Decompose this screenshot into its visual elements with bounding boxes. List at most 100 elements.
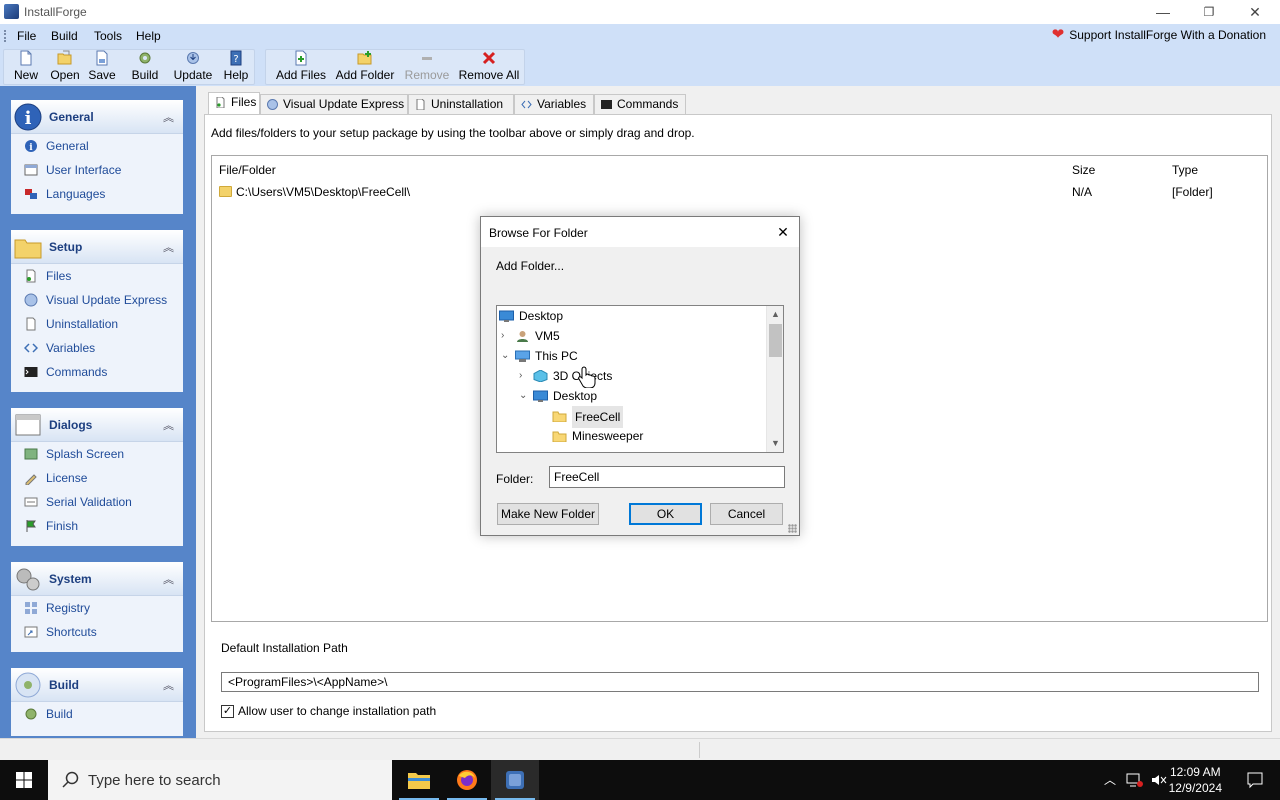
collapse-chevron-icon[interactable]: ︽ xyxy=(163,417,174,433)
chevron-right-icon[interactable]: › xyxy=(519,366,529,386)
add-folder-button[interactable]: Add Folder xyxy=(334,50,396,84)
add-files-button[interactable]: Add Files xyxy=(275,50,327,84)
update-button[interactable]: Update xyxy=(172,50,214,84)
collapse-chevron-icon[interactable]: ︽ xyxy=(163,677,174,693)
allow-change-row[interactable]: ✓ Allow user to change installation path xyxy=(221,704,436,718)
panel-system-header[interactable]: System ︽ xyxy=(11,562,183,596)
sidebar-item-uninstallation[interactable]: Uninstallation xyxy=(11,312,183,336)
sidebar-item-shortcuts[interactable]: Shortcuts xyxy=(11,620,183,644)
update-small-icon xyxy=(24,293,38,307)
default-path-input[interactable] xyxy=(221,672,1259,692)
volume-muted-icon[interactable] xyxy=(1150,772,1168,788)
sidebar-item-languages[interactable]: Languages xyxy=(11,182,183,206)
folder-tree[interactable]: Desktop › VM5 ⌄ This PC ›3D Objects⌄ Desktop Fr… xyxy=(496,305,784,453)
menu-tools[interactable]: Tools xyxy=(94,29,122,43)
tab-files[interactable]: Files xyxy=(208,92,260,115)
taskbar-firefox[interactable] xyxy=(443,760,491,800)
windows-logo-icon xyxy=(16,772,32,788)
tab-label: Files xyxy=(231,95,257,109)
tree-node[interactable]: ⌄ This PC xyxy=(497,346,767,366)
save-label: Save xyxy=(88,68,116,82)
tab-uninstallation[interactable]: Uninstallation xyxy=(408,94,514,114)
sidebar-item-visual-update-express[interactable]: Visual Update Express xyxy=(11,288,183,312)
serial-key-icon xyxy=(24,497,38,507)
sidebar-item-build[interactable]: Build xyxy=(11,702,183,726)
chevron-down-icon[interactable]: ⌄ xyxy=(501,346,511,366)
tab-variables[interactable]: Variables xyxy=(514,94,594,114)
close-button[interactable]: ✕ xyxy=(1232,0,1278,24)
cancel-button[interactable]: Cancel xyxy=(710,503,783,525)
tree-node[interactable]: ›3D Objects xyxy=(497,366,767,386)
panel-dialogs-header[interactable]: Dialogs ︽ xyxy=(11,408,183,442)
sidebar-item-finish[interactable]: Finish xyxy=(11,514,183,538)
tree-node[interactable]: Minesweeper xyxy=(497,426,767,446)
add-file-icon xyxy=(295,50,307,66)
sidebar-item-variables[interactable]: Variables xyxy=(11,336,183,360)
notification-icon[interactable] xyxy=(1246,771,1264,789)
resize-grip[interactable] xyxy=(788,524,797,533)
donate-link[interactable]: ❤ Support InstallForge With a Donation xyxy=(1052,27,1266,42)
chevron-right-icon[interactable]: › xyxy=(501,326,511,346)
panel-setup-header[interactable]: Setup ︽ xyxy=(11,230,183,264)
panel-general-header[interactable]: i General ︽ xyxy=(11,100,183,134)
remove-all-button[interactable]: Remove All xyxy=(457,50,521,84)
network-icon[interactable] xyxy=(1126,772,1144,788)
save-icon xyxy=(96,50,108,66)
new-button[interactable]: New xyxy=(9,50,43,84)
scroll-up-icon[interactable]: ▲ xyxy=(767,306,783,323)
start-button[interactable] xyxy=(0,760,48,800)
column-header-file[interactable]: File/Folder xyxy=(219,163,276,177)
sidebar-item-splash-screen[interactable]: Splash Screen xyxy=(11,442,183,466)
allow-change-checkbox[interactable]: ✓ xyxy=(221,704,234,718)
tree-scrollbar[interactable]: ▲ ▼ xyxy=(766,306,783,452)
tree-node[interactable]: Desktop xyxy=(497,306,767,326)
scroll-thumb[interactable] xyxy=(769,324,782,357)
collapse-chevron-icon[interactable]: ︽ xyxy=(163,239,174,255)
tab-visual-update-express[interactable]: Visual Update Express xyxy=(260,94,408,114)
scroll-down-icon[interactable]: ▼ xyxy=(767,435,783,452)
taskbar-clock[interactable]: 12:09 AM 12/9/2024 xyxy=(1169,764,1222,796)
sidebar-item-serial-validation[interactable]: Serial Validation xyxy=(11,490,183,514)
chevron-up-icon[interactable]: ︿ xyxy=(1104,771,1116,788)
build-button[interactable]: Build xyxy=(128,50,162,84)
folder-input[interactable] xyxy=(549,466,785,488)
remove-button[interactable]: Remove xyxy=(404,50,450,84)
taskbar-file-explorer[interactable] xyxy=(395,760,443,800)
chevron-down-icon[interactable]: ⌄ xyxy=(519,386,529,406)
tree-node[interactable]: › VM5 xyxy=(497,326,767,346)
taskbar-search[interactable]: Type here to search xyxy=(48,760,392,800)
help-label: Help xyxy=(223,68,249,82)
ok-button[interactable]: OK xyxy=(629,503,702,525)
menu-help[interactable]: Help xyxy=(136,29,161,43)
tree-node[interactable]: FreeCell xyxy=(497,406,767,428)
save-button[interactable]: Save xyxy=(86,50,118,84)
tree-node[interactable]: ⌄ Desktop xyxy=(497,386,767,406)
sidebar-item-user-interface[interactable]: User Interface xyxy=(11,158,183,182)
make-new-folder-button[interactable]: Make New Folder xyxy=(497,503,599,525)
sidebar-item-registry[interactable]: Registry xyxy=(11,596,183,620)
collapse-chevron-icon[interactable]: ︽ xyxy=(163,109,174,125)
column-header-type[interactable]: Type xyxy=(1172,163,1198,177)
column-header-size[interactable]: Size xyxy=(1072,163,1095,177)
menu-build[interactable]: Build xyxy=(51,29,78,43)
tab-label: Uninstallation xyxy=(431,97,504,111)
minimize-button[interactable]: — xyxy=(1140,0,1186,24)
restore-button[interactable]: ❐ xyxy=(1186,0,1232,24)
sidebar-item-commands[interactable]: Commands xyxy=(11,360,183,384)
help-button[interactable]: ? Help xyxy=(221,50,251,84)
tab-commands[interactable]: Commands xyxy=(594,94,686,114)
window-title: InstallForge xyxy=(24,5,87,19)
taskbar-installforge[interactable] xyxy=(491,760,539,800)
file-path-cell: C:\Users\VM5\Desktop\FreeCell\ xyxy=(219,185,410,199)
sidebar-item-license[interactable]: License xyxy=(11,466,183,490)
sidebar-item-files[interactable]: Files xyxy=(11,264,183,288)
svg-text:i: i xyxy=(25,108,32,129)
menu-file[interactable]: File xyxy=(17,29,36,43)
collapse-chevron-icon[interactable]: ︽ xyxy=(163,571,174,587)
sidebar-item-general[interactable]: i General xyxy=(11,134,183,158)
info-small-icon: i xyxy=(25,140,37,153)
dialog-close-icon[interactable]: ✕ xyxy=(767,217,799,247)
cube-icon xyxy=(533,370,548,382)
panel-build-header[interactable]: Build ︽ xyxy=(11,668,183,702)
open-button[interactable]: Open xyxy=(47,50,83,84)
